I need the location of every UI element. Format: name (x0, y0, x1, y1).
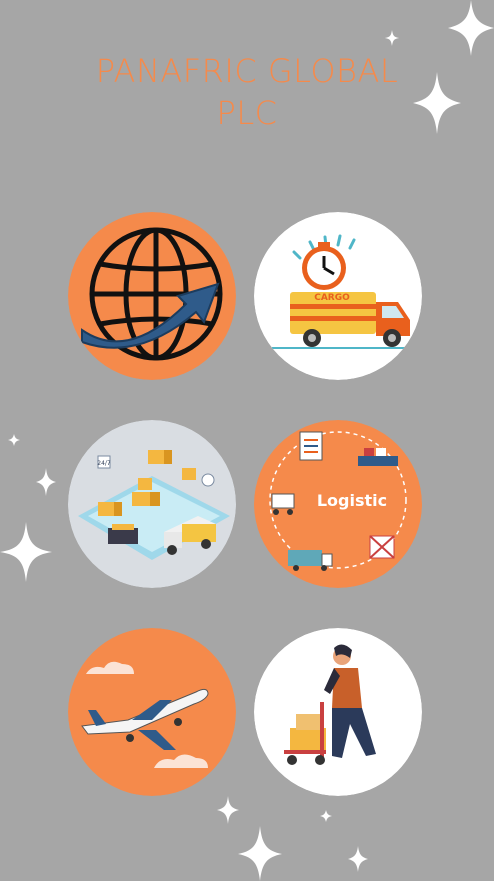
sparkle-icon (217, 796, 239, 824)
sparkle-icon (0, 522, 52, 582)
sparkle-icon (238, 826, 282, 881)
sparkle-icon (448, 0, 494, 56)
logistic-circle: Logistic (254, 420, 422, 588)
truck-label: CARGO (314, 293, 350, 303)
globe-circle (68, 212, 236, 380)
delivery-truck-icon: CARGO (254, 212, 422, 380)
delivery-truck-circle: CARGO (254, 212, 422, 380)
clock-label: 24/7 (97, 460, 111, 467)
sparkle-icon (413, 72, 461, 134)
sparkle-icon (320, 810, 332, 822)
warehouse-circle: 24/7 (68, 420, 236, 588)
sparkle-icon (385, 30, 399, 46)
logistic-label: Logistic (317, 491, 387, 510)
worker-cart-icon (254, 628, 422, 796)
logistic-cycle-icon: Logistic (254, 420, 422, 588)
worker-cart-circle (254, 628, 422, 796)
airplane-circle (68, 628, 236, 796)
sparkle-icon (8, 434, 20, 446)
airplane-icon (68, 628, 236, 796)
warehouse-icon: 24/7 (68, 420, 236, 588)
sparkle-icon (36, 468, 56, 496)
sparkle-icon (348, 846, 368, 872)
globe-icon (68, 212, 236, 380)
